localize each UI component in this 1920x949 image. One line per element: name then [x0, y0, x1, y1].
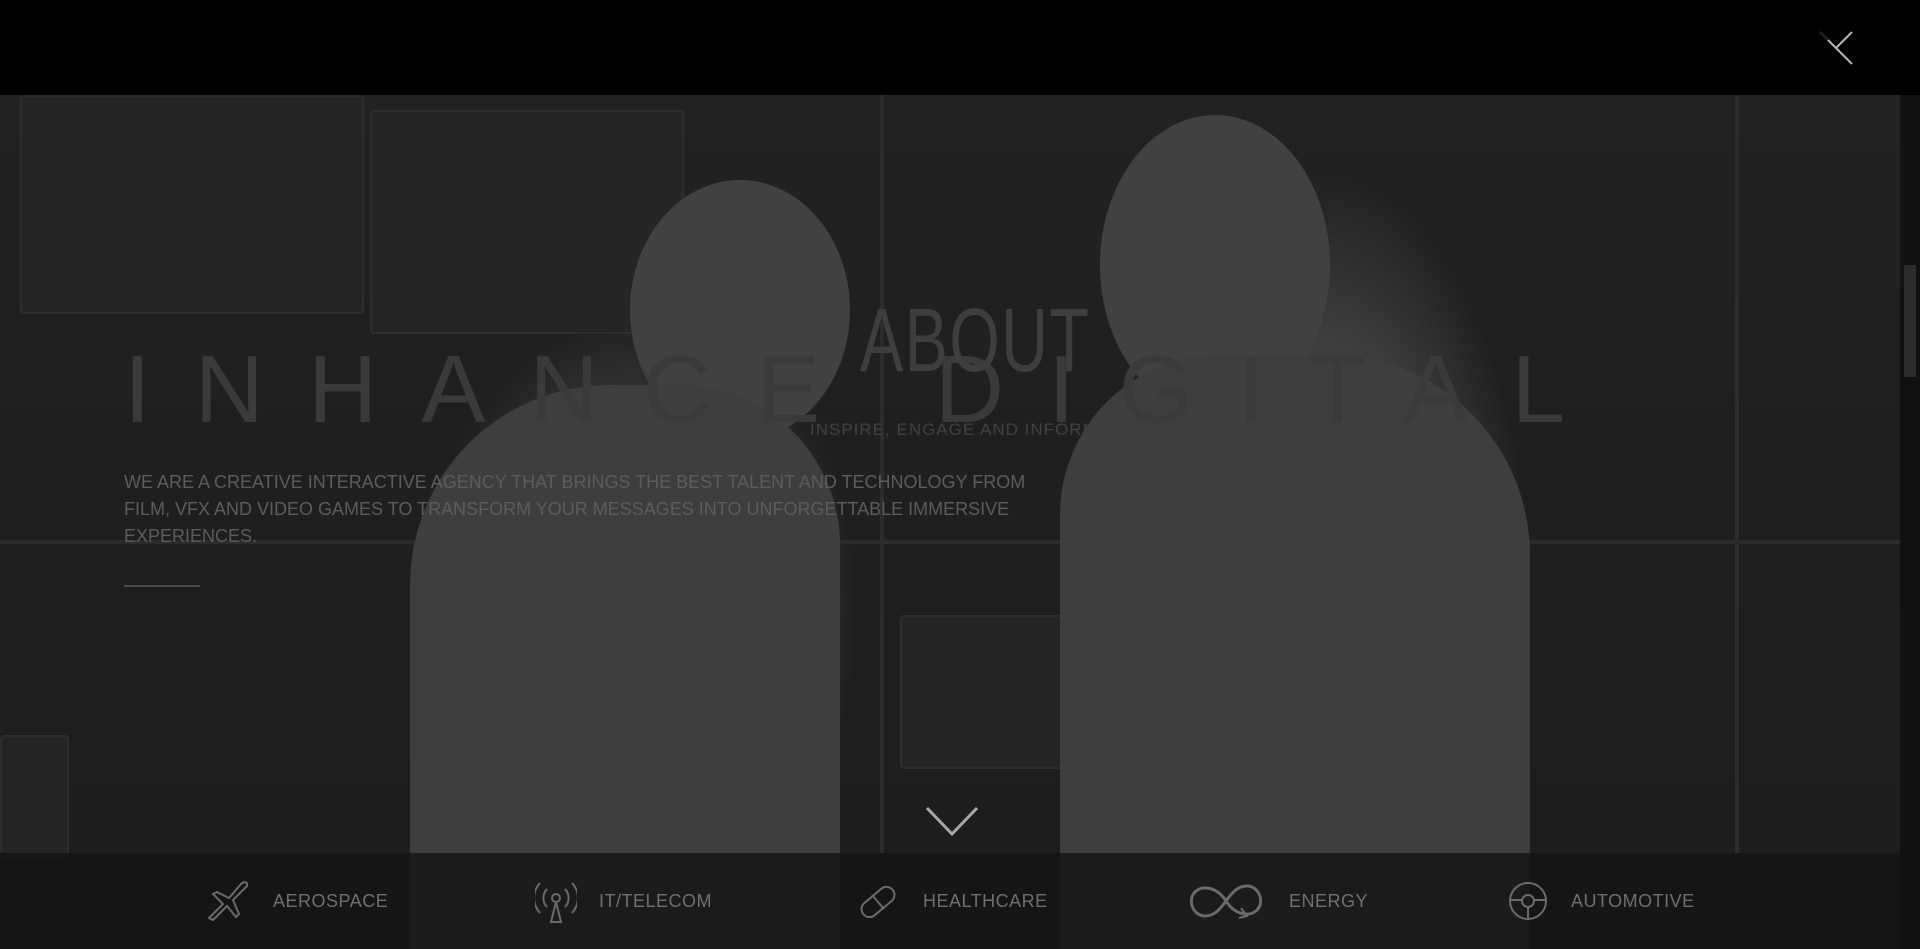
- antenna-icon: [535, 882, 577, 923]
- about-subheading: INSPIRE, ENGAGE AND INFORM: [810, 420, 1098, 439]
- divider: [124, 585, 200, 587]
- industry-item-it-telecom[interactable]: IT/TELECOM: [535, 853, 712, 949]
- close-icon[interactable]: [1810, 22, 1862, 74]
- industry-item-healthcare[interactable]: HEALTHCARE: [855, 853, 1048, 949]
- industry-item-energy[interactable]: ENERGY: [1185, 853, 1368, 949]
- top-bar: [0, 0, 1920, 95]
- steering-wheel-icon: [1509, 882, 1547, 920]
- industry-label: AEROSPACE: [273, 890, 389, 911]
- industry-label: ENERGY: [1289, 890, 1369, 911]
- industry-label: AUTOMOTIVE: [1571, 890, 1695, 911]
- scrollbar-thumb[interactable]: [1904, 265, 1916, 377]
- industry-label: IT/TELECOM: [599, 890, 713, 911]
- about-heading: ABOUT: [860, 291, 1091, 391]
- infinity-recycle-icon: [1189, 884, 1263, 919]
- scrollbar[interactable]: [1900, 95, 1920, 949]
- industry-item-automotive[interactable]: AUTOMOTIVE: [1507, 853, 1695, 949]
- scroll-down-icon[interactable]: [925, 806, 979, 838]
- pill-icon: [860, 885, 896, 919]
- industry-item-aerospace[interactable]: AEROSPACE: [205, 853, 388, 949]
- about-tagline: WE ARE A CREATIVE INTERACTIVE AGENCY THA…: [124, 472, 1026, 546]
- airplane-icon: [207, 881, 249, 922]
- industry-nav: AEROSPACE IT/TELECOM HEALTHCARE ENERGY A…: [0, 853, 1900, 949]
- industry-label: HEALTHCARE: [923, 890, 1048, 911]
